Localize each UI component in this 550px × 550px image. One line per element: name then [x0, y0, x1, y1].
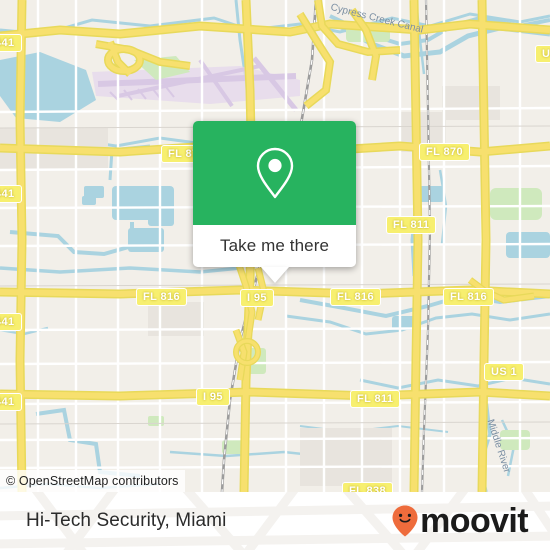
- moovit-pin-icon: [392, 505, 418, 537]
- road-shield-441: 441: [0, 393, 22, 411]
- moovit-wordmark: moovit: [420, 502, 528, 540]
- place-title: Hi-Tech Security, Miami: [26, 510, 227, 531]
- road-shield-us1: US 1: [484, 363, 525, 381]
- map-screenshot: Cypress Creek Canal Middle River 441 441…: [0, 0, 550, 550]
- road-shield-fl811: FL 811: [350, 390, 401, 408]
- location-pin-icon: [256, 147, 293, 199]
- road-shield-441: 441: [0, 185, 22, 203]
- road-shield-fl816: FL 816: [443, 288, 495, 306]
- map-attribution[interactable]: © OpenStreetMap contributors: [0, 470, 185, 492]
- road-shield-441: 441: [0, 34, 22, 52]
- take-me-there-button[interactable]: Take me there: [193, 225, 356, 267]
- moovit-logo[interactable]: moovit: [391, 502, 529, 540]
- road-shield-fl816: FL 816: [330, 288, 382, 306]
- footer-bar: Hi-Tech Security, Miami moovit: [0, 492, 550, 550]
- road-shield-fl811: FL 811: [386, 216, 437, 234]
- location-callout-card[interactable]: Take me there: [193, 121, 356, 283]
- road-shield-441: 441: [0, 313, 22, 331]
- callout-image-area: [193, 121, 356, 225]
- road-shield-fl838: FL 838: [342, 482, 394, 492]
- road-shield-i95: I 95: [196, 388, 230, 406]
- callout-pointer: [260, 267, 289, 283]
- take-me-there-label: Take me there: [219, 236, 330, 255]
- road-shield-fl816: FL 816: [136, 288, 188, 306]
- road-shield-fl870: FL 870: [419, 143, 471, 161]
- road-shield-i95: I 95: [240, 289, 274, 307]
- road-shield-us: US: [535, 45, 550, 63]
